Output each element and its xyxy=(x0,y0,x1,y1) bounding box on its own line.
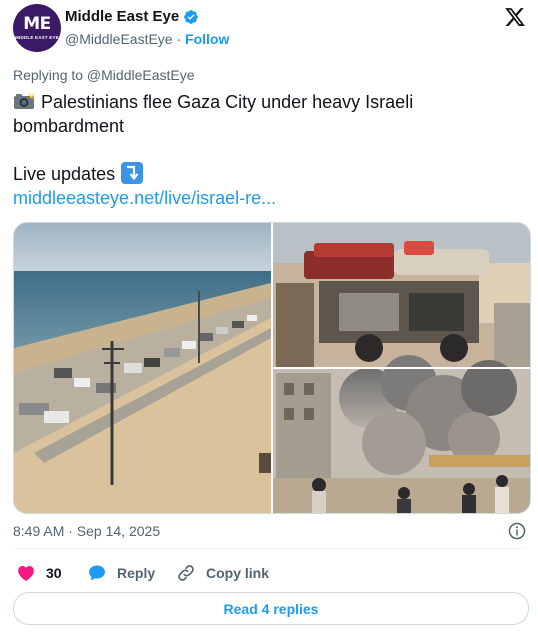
tweet-live-updates: Live updates xyxy=(13,162,525,186)
arrow-turn-down-icon xyxy=(121,162,144,184)
live-updates-text: Live updates xyxy=(13,164,116,184)
reply-bubble-icon xyxy=(89,565,105,581)
account-name-row[interactable]: Middle East Eye xyxy=(65,8,199,26)
media-grid[interactable] xyxy=(13,222,531,514)
photo-beach-convoy[interactable] xyxy=(14,223,271,513)
handle-row: @MiddleEastEye · Follow xyxy=(65,31,229,47)
photo-explosion-smoke[interactable] xyxy=(273,355,530,513)
like-button[interactable]: 30 xyxy=(16,563,62,583)
info-icon[interactable] xyxy=(508,522,526,540)
reply-button[interactable]: Reply xyxy=(87,563,155,583)
account-name[interactable]: Middle East Eye xyxy=(65,8,179,26)
follow-button[interactable]: Follow xyxy=(185,31,229,47)
photo-loaded-vehicle[interactable] xyxy=(273,223,530,367)
reply-label: Reply xyxy=(117,565,156,581)
read-replies-button[interactable]: Read 4 replies xyxy=(13,592,529,625)
avatar[interactable]: ME MIDDLE EAST EYE xyxy=(13,4,61,52)
separator: · xyxy=(176,31,182,47)
action-bar: 30 Reply Copy link xyxy=(13,563,525,583)
copy-link-label: Copy link xyxy=(206,565,270,581)
x-logo-icon[interactable] xyxy=(504,6,526,28)
tweet-text: Palestinians flee Gaza City under heavy … xyxy=(13,90,525,210)
reply-context: Replying to @MiddleEastEye xyxy=(13,67,195,83)
tweet-link[interactable]: middleeasteye.net/live/israel-re... xyxy=(13,186,525,210)
heart-icon xyxy=(18,566,34,581)
tweet-line-2: bombardment xyxy=(13,116,125,136)
avatar-subtitle: MIDDLE EAST EYE xyxy=(15,35,59,40)
link-icon xyxy=(178,565,194,581)
avatar-mark: ME xyxy=(23,14,51,34)
verified-badge-icon xyxy=(184,10,199,24)
tweet-line-1-text: Palestinians flee Gaza City under heavy … xyxy=(41,92,414,112)
timestamp[interactable]: 8:49 AM · Sep 14, 2025 xyxy=(13,523,160,539)
tweet-line-1: Palestinians flee Gaza City under heavy … xyxy=(13,90,525,114)
media-photos xyxy=(14,223,530,513)
copy-link-button[interactable]: Copy link xyxy=(176,563,269,583)
camera-flash-icon xyxy=(14,92,35,109)
divider xyxy=(13,548,525,549)
like-count: 30 xyxy=(46,565,62,581)
account-handle[interactable]: @MiddleEastEye xyxy=(65,31,173,47)
